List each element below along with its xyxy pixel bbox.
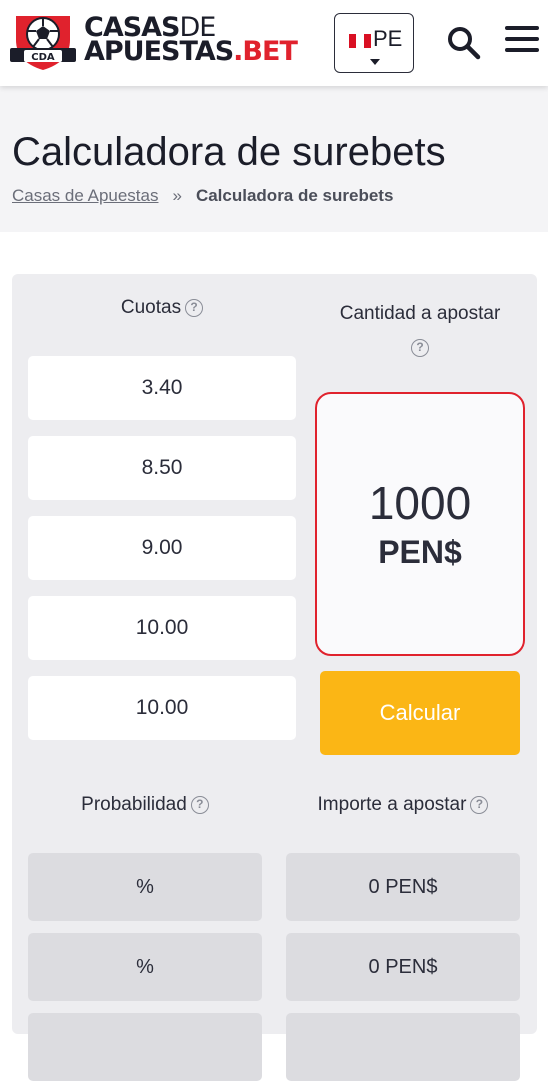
help-icon[interactable]: ? bbox=[470, 796, 489, 814]
probability-header: Probabilidad? bbox=[28, 794, 262, 816]
breadcrumb-home-link[interactable]: Casas de Apuestas bbox=[12, 186, 158, 205]
logo-badge-text: CDA bbox=[31, 52, 55, 63]
help-icon[interactable]: ? bbox=[411, 339, 429, 357]
stake-input[interactable]: 1000 PEN$ bbox=[315, 392, 525, 656]
logo-word-apuestas: APUESTAS bbox=[84, 36, 234, 67]
peru-flag-icon bbox=[349, 34, 371, 48]
stake-header: Cantidad a apostar ? bbox=[312, 297, 528, 365]
amount-header-label: Importe a apostar bbox=[317, 794, 467, 815]
breadcrumb-current: Calculadora de surebets bbox=[195, 186, 394, 205]
odds-input-3[interactable]: 9.00 bbox=[28, 516, 296, 580]
breadcrumb-separator: » bbox=[172, 186, 182, 205]
search-button[interactable] bbox=[446, 25, 482, 61]
odds-input-5[interactable]: 10.00 bbox=[28, 676, 296, 740]
hamburger-menu-icon bbox=[505, 26, 539, 52]
amount-header: Importe a apostar? bbox=[286, 794, 520, 816]
probability-result-1: % bbox=[28, 853, 262, 921]
odds-input-2[interactable]: 8.50 bbox=[28, 436, 296, 500]
odds-input-4[interactable]: 10.00 bbox=[28, 596, 296, 660]
stake-currency: PEN$ bbox=[378, 534, 462, 570]
chevron-down-icon bbox=[370, 59, 380, 65]
help-icon[interactable]: ? bbox=[185, 299, 204, 317]
logo-word-bet: .BET bbox=[233, 36, 298, 67]
menu-button[interactable] bbox=[505, 26, 539, 58]
page-title: Calculadora de surebets bbox=[12, 130, 446, 174]
breadcrumb: Casas de Apuestas » Calculadora de surebet… bbox=[12, 186, 393, 206]
calculate-button[interactable]: Calcular bbox=[320, 671, 520, 755]
amount-result-1: 0 PEN$ bbox=[286, 853, 520, 921]
probability-result-2: % bbox=[28, 933, 262, 1001]
search-icon bbox=[448, 27, 481, 60]
stake-amount: 1000 bbox=[368, 477, 472, 529]
probability-result-3 bbox=[28, 1013, 262, 1081]
amount-result-2: 0 PEN$ bbox=[286, 933, 520, 1001]
odds-input-1[interactable]: 3.40 bbox=[28, 356, 296, 420]
country-code: PE bbox=[373, 26, 403, 51]
amount-result-3 bbox=[286, 1013, 520, 1081]
odds-header: Cuotas? bbox=[28, 297, 296, 319]
odds-header-label: Cuotas bbox=[120, 297, 182, 318]
logo-shield-icon: CDA bbox=[10, 16, 76, 70]
country-selector[interactable]: PE bbox=[334, 13, 414, 73]
logo-badge[interactable]: CDA bbox=[10, 10, 76, 72]
site-header: CDA CASASDE APUESTAS.BET PE bbox=[0, 0, 548, 86]
stake-header-label: Cantidad a apostar bbox=[339, 303, 501, 324]
probability-header-label: Probabilidad bbox=[81, 794, 187, 815]
help-icon[interactable]: ? bbox=[190, 796, 209, 814]
logo-wordmark[interactable]: CASASDE APUESTAS.BET bbox=[84, 14, 298, 67]
